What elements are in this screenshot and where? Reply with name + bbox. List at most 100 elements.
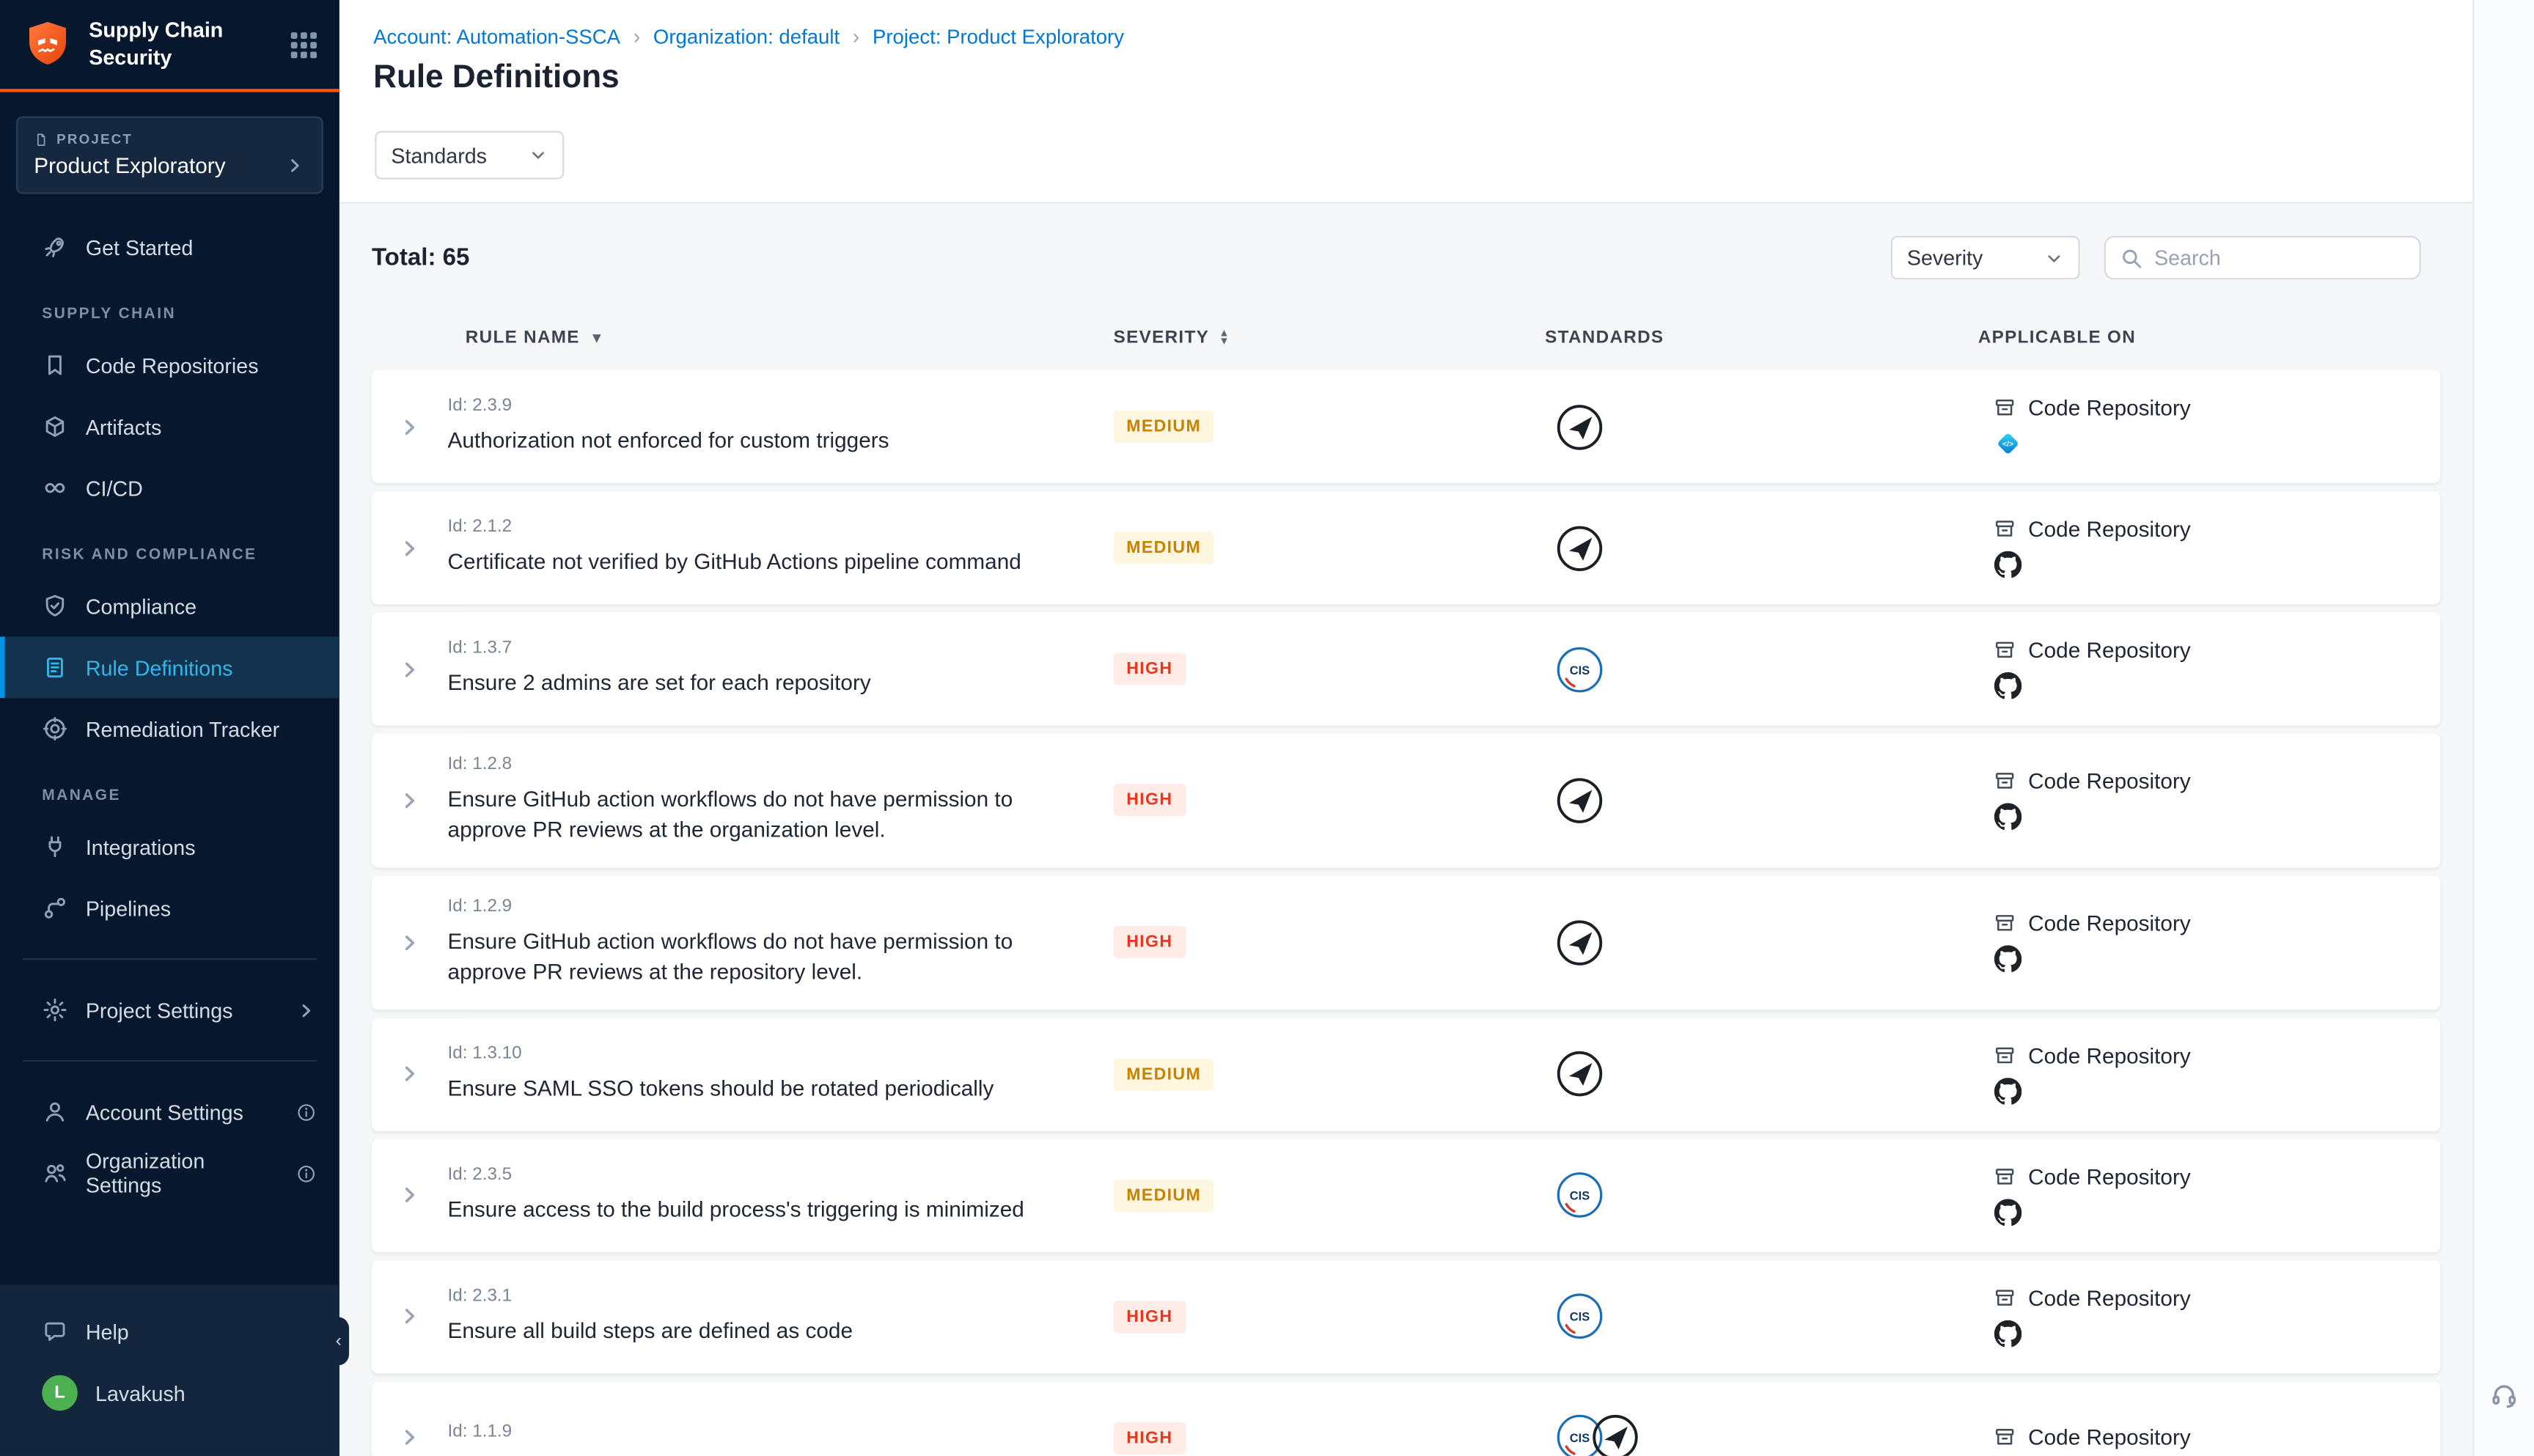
breadcrumb-project-link[interactable]: Project: Product Exploratory — [873, 25, 1124, 48]
sidebar-collapse-handle[interactable]: ‹ — [328, 1317, 349, 1365]
cube-icon — [42, 413, 67, 439]
rule-name: Certificate not verified by GitHub Actio… — [448, 548, 1095, 578]
row-expand-chevron[interactable] — [372, 788, 448, 812]
code-repository-icon — [1993, 1425, 2017, 1449]
divider — [23, 958, 317, 960]
app-root: Supply Chain Security PROJECT Product Ex… — [0, 0, 2534, 1456]
severity-badge: HIGH — [1114, 1422, 1186, 1454]
row-expand-chevron[interactable] — [372, 930, 448, 955]
section-label-supply-chain: SUPPLY CHAIN — [0, 278, 339, 334]
breadcrumb: Account: Automation-SSCA › Organization:… — [339, 0, 2472, 48]
project-selector[interactable]: PROJECT Product Exploratory — [16, 117, 323, 194]
owasp-cicd-standard-icon — [1557, 1051, 1604, 1097]
app-title: Supply Chain Security — [89, 18, 273, 71]
total-count: Total: 65 — [372, 244, 470, 271]
cis-standard-icon — [1557, 1293, 1604, 1339]
breadcrumb-organization-link[interactable]: Organization: default — [653, 25, 840, 48]
code-repository-icon — [1993, 1285, 2017, 1309]
support-button[interactable] — [2486, 1375, 2522, 1411]
sidebar-item-artifacts[interactable]: Artifacts — [0, 396, 339, 457]
module-switcher-icon[interactable] — [287, 29, 320, 61]
owasp-cicd-standard-icon — [1557, 403, 1604, 450]
column-header-rule-name[interactable]: RULE NAME ▼ — [448, 328, 1114, 347]
table-row[interactable]: Id: 2.3.9 Authorization not enforced for… — [372, 370, 2440, 483]
table-row[interactable]: Id: 2.1.2 Certificate not verified by Gi… — [372, 491, 2440, 604]
applicable-on-cell: Code Repository — [1978, 517, 2440, 578]
harness-code-icon — [1994, 430, 2021, 457]
standards-cell — [1545, 524, 1978, 571]
rule-name: Ensure GitHub action workflows do not ha… — [448, 785, 1095, 846]
row-expand-chevron[interactable] — [372, 414, 448, 438]
rule-id: Id: 1.3.7 — [448, 639, 1114, 658]
row-expand-chevron[interactable] — [372, 1425, 448, 1449]
sidebar-item-project-settings[interactable]: Project Settings — [0, 979, 339, 1041]
severity-badge: HIGH — [1114, 926, 1186, 958]
project-label: PROJECT — [34, 131, 305, 147]
project-name: Product Exploratory — [34, 153, 225, 177]
sidebar-item-compliance[interactable]: Compliance — [0, 576, 339, 637]
table-header: RULE NAME ▼ SEVERITY ▲▼ STANDARDS APPLIC… — [372, 328, 2440, 369]
standards-cell — [1545, 1293, 1978, 1339]
rule-name: Ensure access to the build process's tri… — [448, 1195, 1095, 1226]
row-expand-chevron[interactable] — [372, 1304, 448, 1328]
table-row[interactable]: Id: 2.3.1 Ensure all build steps are def… — [372, 1260, 2440, 1372]
standards-cell — [1545, 1051, 1978, 1097]
column-header-applicable-on: APPLICABLE ON — [1978, 328, 2440, 347]
chevron-down-icon — [529, 145, 548, 164]
breadcrumb-separator: › — [853, 24, 860, 48]
headset-icon — [2489, 1378, 2519, 1408]
sidebar-item-rule-definitions[interactable]: Rule Definitions — [0, 636, 339, 698]
sidebar-item-account-settings[interactable]: Account Settings — [0, 1081, 339, 1143]
rule-id: Id: 1.3.10 — [448, 1043, 1114, 1062]
code-repository-icon — [1993, 1164, 2017, 1188]
search-box[interactable] — [2104, 236, 2421, 280]
code-repository-icon — [1993, 770, 2017, 794]
column-header-severity[interactable]: SEVERITY ▲▼ — [1114, 328, 1545, 347]
sidebar-item-integrations[interactable]: Integrations — [0, 816, 339, 878]
standards-cell — [1545, 1172, 1978, 1218]
table-row[interactable]: Id: 1.3.10 Ensure SAML SSO tokens should… — [372, 1018, 2440, 1130]
table-row[interactable]: Id: 1.2.8 Ensure GitHub action workflows… — [372, 734, 2440, 867]
sidebar-item-help[interactable]: Help — [0, 1301, 339, 1362]
sidebar-footer: Help L Lavakush — [0, 1284, 339, 1456]
row-expand-chevron[interactable] — [372, 1062, 448, 1086]
row-expand-chevron[interactable] — [372, 657, 448, 681]
severity-badge: MEDIUM — [1114, 532, 1214, 564]
info-icon[interactable] — [295, 1101, 317, 1122]
table-row[interactable]: Id: 1.1.9 HIGH Code Repository — [372, 1381, 2440, 1456]
severity-badge: MEDIUM — [1114, 1179, 1214, 1211]
table-row[interactable]: Id: 1.3.7 Ensure 2 admins are set for ea… — [372, 612, 2440, 725]
sort-toggle-icon[interactable]: ▲▼ — [1219, 330, 1230, 346]
main-area: Account: Automation-SSCA › Organization:… — [339, 0, 2472, 1456]
rule-id: Id: 2.1.2 — [448, 517, 1114, 536]
table-row[interactable]: Id: 1.2.9 Ensure GitHub action workflows… — [372, 875, 2440, 1009]
rule-id: Id: 1.2.9 — [448, 897, 1114, 916]
sidebar: Supply Chain Security PROJECT Product Ex… — [0, 0, 339, 1456]
applicable-on-cell: Code Repository — [1978, 396, 2440, 457]
severity-filter-dropdown[interactable]: Severity — [1891, 236, 2080, 280]
sidebar-item-remediation-tracker[interactable]: Remediation Tracker — [0, 698, 339, 760]
applicable-on-cell: Code Repository — [1978, 1425, 2440, 1449]
sort-desc-icon[interactable]: ▼ — [590, 331, 605, 345]
code-repository-icon — [1993, 517, 2017, 541]
standards-filter-dropdown[interactable]: Standards — [375, 131, 564, 180]
code-repository-icon — [1993, 911, 2017, 935]
rule-id: Id: 2.3.5 — [448, 1164, 1114, 1183]
rule-id: Id: 1.2.8 — [448, 754, 1114, 773]
document-icon — [34, 132, 48, 147]
applicable-on-cell: Code Repository — [1978, 1285, 2440, 1347]
table-row[interactable]: Id: 2.3.5 Ensure access to the build pro… — [372, 1139, 2440, 1251]
github-icon — [1994, 1198, 2021, 1225]
row-expand-chevron[interactable] — [372, 536, 448, 560]
sidebar-item-pipelines[interactable]: Pipelines — [0, 878, 339, 939]
breadcrumb-account-link[interactable]: Account: Automation-SSCA — [373, 25, 620, 48]
info-icon[interactable] — [295, 1163, 317, 1184]
severity-badge: HIGH — [1114, 1300, 1186, 1332]
search-input[interactable] — [2154, 246, 2405, 270]
sidebar-item-cicd[interactable]: CI/CD — [0, 457, 339, 519]
user-menu[interactable]: L Lavakush — [0, 1362, 339, 1424]
sidebar-item-get-started[interactable]: Get Started — [0, 216, 339, 278]
row-expand-chevron[interactable] — [372, 1183, 448, 1207]
sidebar-item-organization-settings[interactable]: Organization Settings — [0, 1142, 339, 1204]
sidebar-item-code-repositories[interactable]: Code Repositories — [0, 334, 339, 396]
